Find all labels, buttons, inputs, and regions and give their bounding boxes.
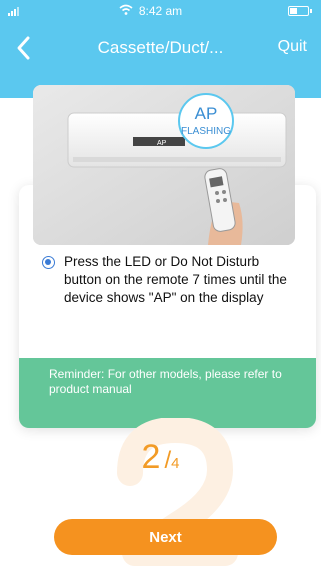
step-current: 2 <box>141 438 161 476</box>
radio-selected-icon <box>45 259 51 265</box>
nav-bar: Cassette/Duct/... Quit <box>0 28 321 68</box>
instruction-text: Press the LED or Do Not Disturb button o… <box>64 254 287 305</box>
ac-unit-graphic: AP AP FLASHING <box>33 85 295 245</box>
battery-icon <box>288 6 312 16</box>
ac-remote-illustration: AP AP FLASHING <box>33 85 295 245</box>
instruction-radio[interactable] <box>42 256 55 269</box>
quit-button[interactable]: Quit <box>278 38 307 56</box>
next-button[interactable]: Next <box>54 519 277 555</box>
battery-level <box>290 8 297 14</box>
page-title: Cassette/Duct/... <box>97 38 224 57</box>
back-chevron-icon[interactable] <box>14 34 34 62</box>
status-bar: 8:42 am <box>0 0 321 22</box>
bubble-ap-text: AP <box>195 104 218 123</box>
bubble-flashing-text: FLASHING <box>181 126 231 137</box>
unit-display-text: AP <box>157 140 167 147</box>
status-time: 8:42 am <box>138 4 183 18</box>
step-indicator: 2/4 <box>0 438 321 477</box>
step-total: 4 <box>171 455 180 472</box>
